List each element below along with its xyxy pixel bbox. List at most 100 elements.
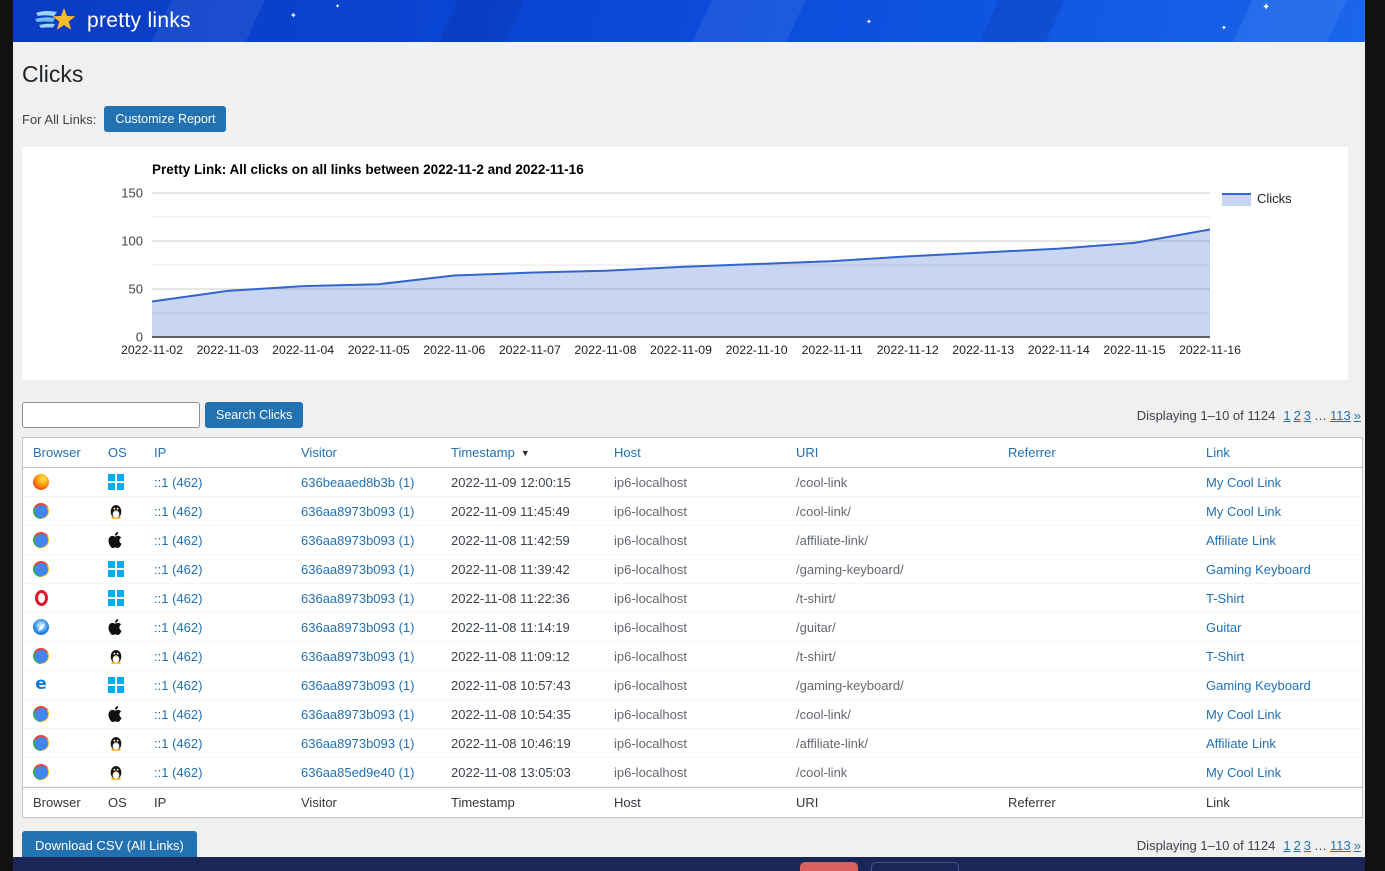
ip-cell: ::1 (462) [154, 533, 301, 548]
visitor-link[interactable]: 636aa8973b093 (1) [301, 504, 415, 519]
pretty-link[interactable]: My Cool Link [1206, 504, 1281, 519]
page-link-1[interactable]: 1 [1283, 838, 1290, 853]
page-link-113[interactable]: 113 [1330, 408, 1351, 423]
pretty-link[interactable]: My Cool Link [1206, 765, 1281, 780]
ip-link[interactable]: ::1 (462) [154, 475, 202, 490]
ip-link[interactable]: ::1 (462) [154, 591, 202, 606]
page-link-113[interactable]: 113 [1330, 838, 1351, 853]
svg-text:2022-11-04: 2022-11-04 [272, 343, 334, 357]
ip-link[interactable]: ::1 (462) [154, 504, 202, 519]
link-cell: Affiliate Link [1206, 736, 1362, 751]
visitor-link[interactable]: 636aa8973b093 (1) [301, 562, 415, 577]
column-footer-timestamp[interactable]: Timestamp [451, 795, 614, 810]
pretty-link[interactable]: T-Shirt [1206, 649, 1244, 664]
link-cell: Affiliate Link [1206, 533, 1362, 548]
svg-text:100: 100 [121, 234, 143, 249]
pretty-links-app: ✦ ✦ ✦ ✦ ✦ pretty links Clicks For All Li… [13, 0, 1365, 871]
svg-text:2022-11-10: 2022-11-10 [726, 343, 788, 357]
chrome-icon [33, 706, 49, 722]
table-row: ::1 (462) 636aa85ed9e40 (1) 2022-11-08 1… [23, 758, 1362, 787]
windows-icon [108, 590, 124, 606]
pretty-link[interactable]: Guitar [1206, 620, 1241, 635]
download-csv-button[interactable]: Download CSV (All Links) [22, 831, 197, 857]
browser-cell [33, 532, 108, 549]
timestamp-cell: 2022-11-08 11:09:12 [451, 649, 614, 664]
column-header-link[interactable]: Link [1206, 445, 1362, 460]
column-header-ip[interactable]: IP [154, 445, 301, 460]
host-cell: ip6-localhost [614, 649, 796, 664]
footer-outline-button-peek[interactable] [871, 862, 959, 871]
visitor-link[interactable]: 636aa8973b093 (1) [301, 707, 415, 722]
ip-link[interactable]: ::1 (462) [154, 736, 202, 751]
pretty-link[interactable]: Affiliate Link [1206, 736, 1276, 751]
os-cell [108, 735, 154, 752]
visitor-link[interactable]: 636aa8973b093 (1) [301, 678, 415, 693]
host-cell: ip6-localhost [614, 620, 796, 635]
ip-link[interactable]: ::1 (462) [154, 562, 202, 577]
ip-link[interactable]: ::1 (462) [154, 765, 202, 780]
footer-red-button-peek[interactable] [800, 862, 858, 871]
ip-link[interactable]: ::1 (462) [154, 707, 202, 722]
visitor-cell: 636aa8973b093 (1) [301, 620, 451, 635]
column-header-visitor[interactable]: Visitor [301, 445, 451, 460]
pretty-link[interactable]: Gaming Keyboard [1206, 678, 1311, 693]
column-header-uri[interactable]: URI [796, 445, 1008, 460]
ip-link[interactable]: ::1 (462) [154, 533, 202, 548]
page-link-2[interactable]: 2 [1294, 408, 1301, 423]
column-header-browser[interactable]: Browser [33, 445, 108, 460]
host-cell: ip6-localhost [614, 736, 796, 751]
column-header-host[interactable]: Host [614, 445, 796, 460]
column-footer-uri[interactable]: URI [796, 795, 1008, 810]
search-input[interactable] [22, 402, 200, 428]
svg-text:50: 50 [129, 282, 143, 297]
column-header-os[interactable]: OS [108, 445, 154, 460]
host-cell: ip6-localhost [614, 562, 796, 577]
ip-link[interactable]: ::1 (462) [154, 678, 202, 693]
column-footer-browser[interactable]: Browser [33, 795, 108, 810]
customize-report-button[interactable]: Customize Report [104, 106, 226, 132]
column-footer-os[interactable]: OS [108, 795, 154, 810]
sparkle-icon: ✦ [1262, 4, 1270, 12]
svg-text:2022-11-12: 2022-11-12 [877, 343, 939, 357]
page-link-2[interactable]: 2 [1294, 838, 1301, 853]
page-link-3[interactable]: 3 [1304, 838, 1311, 853]
svg-text:150: 150 [121, 186, 143, 201]
page-link-3[interactable]: 3 [1304, 408, 1311, 423]
column-footer-referrer[interactable]: Referrer [1008, 795, 1206, 810]
uri-cell: /t-shirt/ [796, 649, 1008, 664]
column-footer-link[interactable]: Link [1206, 795, 1362, 810]
os-cell [108, 590, 154, 607]
visitor-link[interactable]: 636aa8973b093 (1) [301, 591, 415, 606]
page-link-»[interactable]: » [1354, 408, 1361, 423]
column-footer-host[interactable]: Host [614, 795, 796, 810]
visitor-link[interactable]: 636aa8973b093 (1) [301, 533, 415, 548]
column-footer-visitor[interactable]: Visitor [301, 795, 451, 810]
ip-link[interactable]: ::1 (462) [154, 620, 202, 635]
visitor-link[interactable]: 636aa8973b093 (1) [301, 736, 415, 751]
visitor-link[interactable]: 636aa8973b093 (1) [301, 649, 415, 664]
pretty-link[interactable]: My Cool Link [1206, 707, 1281, 722]
pretty-link[interactable]: T-Shirt [1206, 591, 1244, 606]
visitor-cell: 636aa8973b093 (1) [301, 591, 451, 606]
column-header-referrer[interactable]: Referrer [1008, 445, 1206, 460]
pretty-link[interactable]: Gaming Keyboard [1206, 562, 1311, 577]
chrome-icon [33, 735, 49, 751]
link-cell: My Cool Link [1206, 475, 1362, 490]
visitor-link[interactable]: 636beaaed8b3b (1) [301, 475, 415, 490]
pretty-link[interactable]: My Cool Link [1206, 475, 1281, 490]
visitor-link[interactable]: 636aa85ed9e40 (1) [301, 765, 415, 780]
column-footer-ip[interactable]: IP [154, 795, 301, 810]
browser-cell [33, 619, 108, 636]
svg-text:2022-11-05: 2022-11-05 [348, 343, 410, 357]
sort-desc-icon: ▼ [521, 448, 530, 458]
visitor-link[interactable]: 636aa8973b093 (1) [301, 620, 415, 635]
column-header-timestamp[interactable]: Timestamp▼ [451, 445, 614, 460]
pagination-summary: Displaying 1–10 of 1124 [1137, 838, 1276, 853]
visitor-cell: 636beaaed8b3b (1) [301, 475, 451, 490]
ip-link[interactable]: ::1 (462) [154, 649, 202, 664]
page-link-1[interactable]: 1 [1283, 408, 1290, 423]
pretty-link[interactable]: Affiliate Link [1206, 533, 1276, 548]
search-clicks-button[interactable]: Search Clicks [205, 402, 303, 428]
page-link-»[interactable]: » [1354, 838, 1361, 853]
timestamp-cell: 2022-11-08 10:57:43 [451, 678, 614, 693]
